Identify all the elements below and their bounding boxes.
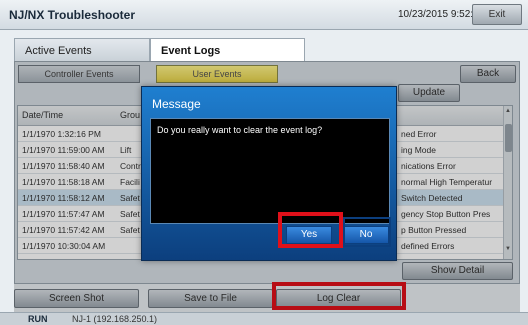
tab-active-events[interactable]: Active Events <box>14 38 150 62</box>
dialog-body: Do you really want to clear the event lo… <box>150 118 390 224</box>
run-mode-indicator: RUN <box>28 314 48 324</box>
tab-event-logs[interactable]: Event Logs <box>150 38 305 62</box>
yes-button-highlight <box>278 212 343 248</box>
dialog-title: Message <box>152 97 201 111</box>
exit-button[interactable]: Exit <box>472 4 522 25</box>
no-button-frame <box>343 217 391 247</box>
status-bar: RUN NJ-1 (192.168.250.1) <box>0 312 528 325</box>
app-title: NJ/NX Troubleshooter <box>9 8 136 22</box>
dialog-message: Do you really want to clear the event lo… <box>157 125 323 135</box>
connection-info: NJ-1 (192.168.250.1) <box>72 314 158 324</box>
